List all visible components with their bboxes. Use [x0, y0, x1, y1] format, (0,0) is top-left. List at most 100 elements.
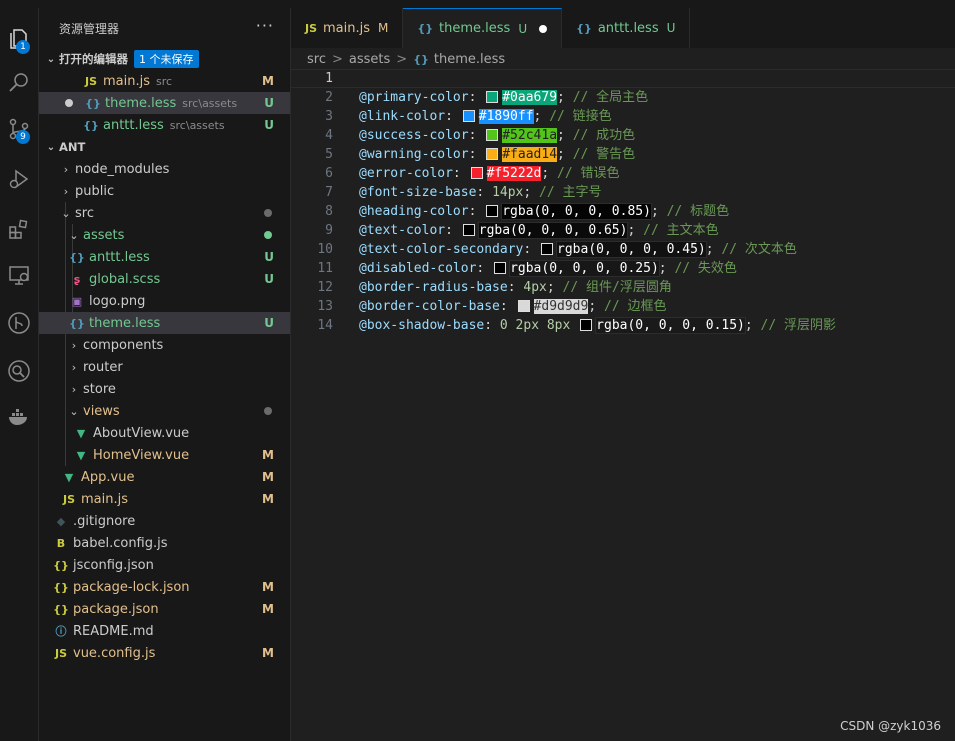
- code-line[interactable]: 2 @primary-color: #0aa679; // 全局主色: [291, 88, 955, 107]
- chevron-right-icon: ›: [71, 360, 77, 374]
- color-swatch-icon[interactable]: [517, 299, 530, 312]
- tab-main-js[interactable]: JS main.js M: [291, 8, 404, 48]
- more-actions-icon[interactable]: ···: [256, 16, 274, 35]
- tree-folder[interactable]: › node_modules: [39, 158, 290, 180]
- git-status: M: [262, 448, 274, 462]
- breadcrumb-item[interactable]: src: [307, 52, 326, 67]
- tree-file[interactable]: ▼ AboutView.vue: [39, 422, 290, 444]
- less-variable: @link-color: [359, 109, 446, 124]
- line-number: 10: [317, 242, 333, 257]
- tree-file[interactable]: ◆ .gitignore: [39, 510, 290, 532]
- open-editor-name: theme.less: [105, 95, 177, 111]
- code-line[interactable]: 6 @error-color: #f5222d; // 错误色: [291, 164, 955, 183]
- code-line[interactable]: 10 @text-color-secondary: rgba(0, 0, 0, 0…: [291, 240, 955, 259]
- tree-file[interactable]: {} package-lock.json M: [39, 576, 290, 598]
- code-text: @border-radius-base: 4px; // 组件/浮层圆角: [359, 278, 672, 297]
- open-editor-item[interactable]: JS main.js src M: [39, 70, 290, 92]
- unsaved-dot-icon[interactable]: [539, 24, 548, 33]
- git-graph-activity-button[interactable]: [0, 304, 38, 342]
- punctuation: :: [468, 147, 485, 162]
- tree-folder[interactable]: › components: [39, 334, 290, 356]
- color-swatch-icon[interactable]: [486, 147, 499, 160]
- code-line[interactable]: 3 @link-color: #1890ff; // 链接色: [291, 107, 955, 126]
- tree-folder[interactable]: › store: [39, 378, 290, 400]
- color-swatch-icon[interactable]: [486, 204, 499, 217]
- tab-anttt-less[interactable]: {} anttt.less U: [562, 8, 691, 48]
- tree-file[interactable]: ▼ HomeView.vue M: [39, 444, 290, 466]
- color-swatch-icon[interactable]: [462, 223, 475, 236]
- code-line[interactable]: 14 @box-shadow-base: 0 2px 8px rgba(0, 0,…: [291, 316, 955, 335]
- tree-folder[interactable]: ⌄ src: [39, 202, 290, 224]
- property-value: rgba(0, 0, 0, 0.25): [509, 260, 660, 277]
- modified-dot-icon: [264, 407, 272, 415]
- punctuation: ;: [588, 299, 604, 314]
- tree-folder[interactable]: › public: [39, 180, 290, 202]
- breadcrumb-item[interactable]: theme.less: [434, 52, 505, 67]
- tree-file[interactable]: ▣ logo.png: [39, 290, 290, 312]
- punctuation: :: [445, 109, 461, 124]
- open-editor-item[interactable]: {} anttt.less src\assets U: [39, 114, 290, 136]
- git-status: M: [262, 470, 274, 484]
- tree-file[interactable]: ▼ App.vue M: [39, 466, 290, 488]
- open-editors-header[interactable]: ⌄ 打开的编辑器 1 个未保存: [39, 48, 290, 70]
- code-line[interactable]: 1: [291, 69, 955, 88]
- punctuation: :: [476, 185, 493, 200]
- search-activity-button[interactable]: [0, 64, 38, 102]
- title-bar: [0, 0, 955, 8]
- tree-label: AboutView.vue: [93, 425, 190, 441]
- breadcrumb-item[interactable]: assets: [349, 52, 390, 67]
- tree-label: vue.config.js: [73, 645, 156, 661]
- tree-folder[interactable]: ⌄ assets: [39, 224, 290, 246]
- tree-file[interactable]: {} jsconfig.json: [39, 554, 290, 576]
- extensions-activity-button[interactable]: [0, 210, 38, 248]
- tab-theme-less[interactable]: {} theme.less U: [403, 8, 563, 48]
- unsaved-dot-icon[interactable]: [65, 99, 73, 107]
- tree-file[interactable]: {} package.json M: [39, 598, 290, 620]
- remote-explorer-activity-button[interactable]: [0, 256, 38, 294]
- tree-file[interactable]: JS vue.config.js M: [39, 642, 290, 664]
- line-number: 3: [325, 109, 333, 124]
- line-number: 5: [325, 147, 333, 162]
- tab-label: main.js: [323, 20, 371, 36]
- tree-folder[interactable]: › router: [39, 356, 290, 378]
- code-line[interactable]: 8 @heading-color: rgba(0, 0, 0, 0.85); //…: [291, 202, 955, 221]
- run-debug-activity-button[interactable]: [0, 160, 38, 198]
- tab-status: U: [666, 21, 676, 35]
- run-debug-icon: [9, 169, 29, 189]
- color-swatch-icon[interactable]: [494, 261, 507, 274]
- tree-folder[interactable]: ⌄ views: [39, 400, 290, 422]
- property-value: #faad14: [502, 147, 558, 162]
- code-editor[interactable]: 1 2 @primary-color: #0aa679; // 全局主色 3 @link…: [291, 69, 955, 335]
- explorer-activity-button[interactable]: 1: [0, 20, 38, 58]
- tree-file[interactable]: Bbabel.config.js: [39, 532, 290, 554]
- code-line[interactable]: 11 @disabled-color: rgba(0, 0, 0, 0.25); …: [291, 259, 955, 278]
- git-status: M: [262, 74, 274, 88]
- source-control-activity-button[interactable]: 9: [0, 110, 38, 148]
- docker-activity-button[interactable]: [0, 398, 38, 436]
- tree-file[interactable]: {} anttt.less U: [39, 246, 290, 268]
- modified-dot-icon: [264, 209, 272, 217]
- code-line[interactable]: 13 @border-color-base: #d9d9d9; // 边框色: [291, 297, 955, 316]
- project-header[interactable]: ⌄ ANT: [39, 136, 290, 158]
- tree-file[interactable]: JS main.js M: [39, 488, 290, 510]
- tree-file[interactable]: ʂ global.scss U: [39, 268, 290, 290]
- code-line[interactable]: 12 @border-radius-base: 4px; // 组件/浮层圆角: [291, 278, 955, 297]
- color-swatch-icon[interactable]: [541, 242, 554, 255]
- color-swatch-icon[interactable]: [470, 166, 483, 179]
- open-editor-item[interactable]: {} theme.less src\assets U: [39, 92, 290, 114]
- code-line[interactable]: 9 @text-color: rgba(0, 0, 0, 0.65); // 主文…: [291, 221, 955, 240]
- color-swatch-icon[interactable]: [486, 90, 499, 103]
- code-comment: // 错误色: [557, 166, 620, 181]
- tree-label: package-lock.json: [73, 579, 190, 595]
- tree-file[interactable]: ⓘ README.md: [39, 620, 290, 642]
- color-swatch-icon[interactable]: [486, 128, 499, 141]
- code-line[interactable]: 7 @font-size-base: 14px; // 主字号: [291, 183, 955, 202]
- code-line[interactable]: 5 @warning-color: #faad14; // 警告色: [291, 145, 955, 164]
- color-swatch-icon[interactable]: [580, 318, 593, 331]
- code-line[interactable]: 4 @success-color: #52c41a; // 成功色: [291, 126, 955, 145]
- timeline-activity-button[interactable]: [0, 352, 38, 390]
- color-swatch-icon[interactable]: [462, 109, 475, 122]
- less-variable: @error-color: [359, 166, 453, 181]
- punctuation: :: [468, 204, 485, 219]
- tree-file[interactable]: {} theme.less U: [39, 312, 290, 334]
